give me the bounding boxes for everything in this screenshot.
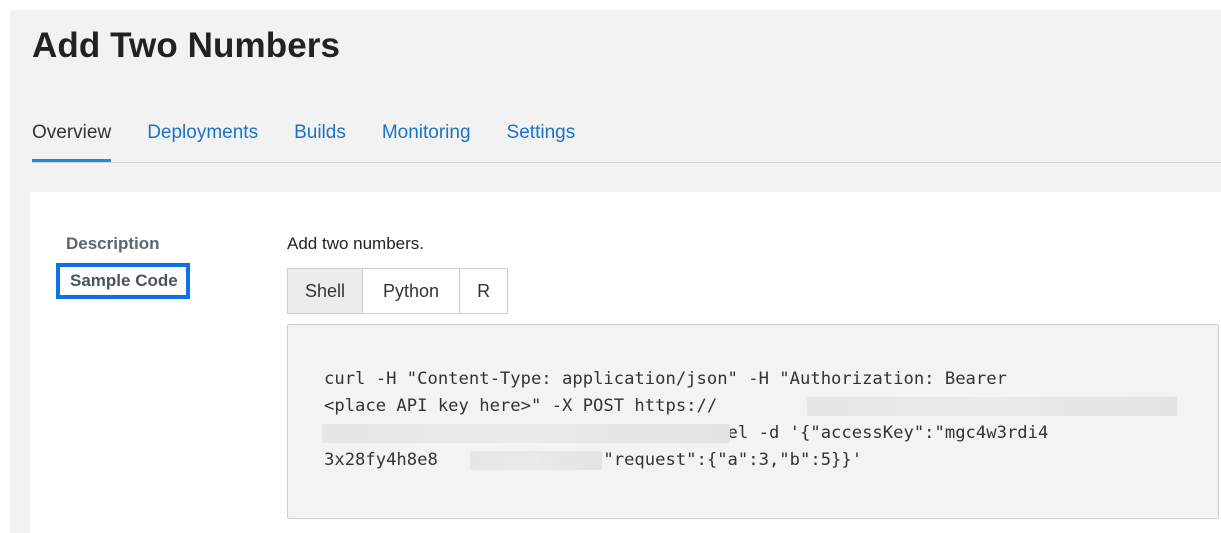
redacted-url-path xyxy=(322,424,730,443)
tab-python[interactable]: Python xyxy=(363,269,461,313)
tab-deployments[interactable]: Deployments xyxy=(147,118,258,162)
page-background: Add Two Numbers Overview Deployments Bui… xyxy=(10,10,1221,533)
page-title: Add Two Numbers xyxy=(32,26,341,65)
code-line: <place API key here>" -X POST https:// xyxy=(324,396,718,416)
sample-code-block[interactable]: curl -H "Content-Type: application/json"… xyxy=(287,324,1219,519)
tab-shell[interactable]: Shell xyxy=(288,269,364,313)
tab-builds[interactable]: Builds xyxy=(294,118,346,162)
overview-card: Description Sample Code Add two numbers.… xyxy=(30,192,1221,533)
model-tabs: Overview Deployments Builds Monitoring S… xyxy=(32,118,1221,163)
tab-overview[interactable]: Overview xyxy=(32,118,112,162)
redacted-access-key xyxy=(470,451,602,470)
language-tabs: Shell Python R xyxy=(287,268,509,314)
sidebar-item-sample-code[interactable]: Sample Code xyxy=(56,263,190,299)
model-description: Add two numbers. xyxy=(287,234,425,253)
redacted-url xyxy=(807,397,1177,416)
tab-settings[interactable]: Settings xyxy=(507,118,576,162)
tab-r[interactable]: R xyxy=(460,269,508,313)
tab-monitoring[interactable]: Monitoring xyxy=(382,118,471,162)
sidebar-item-description[interactable]: Description xyxy=(66,234,160,254)
code-line: curl -H "Content-Type: application/json"… xyxy=(324,369,1007,389)
